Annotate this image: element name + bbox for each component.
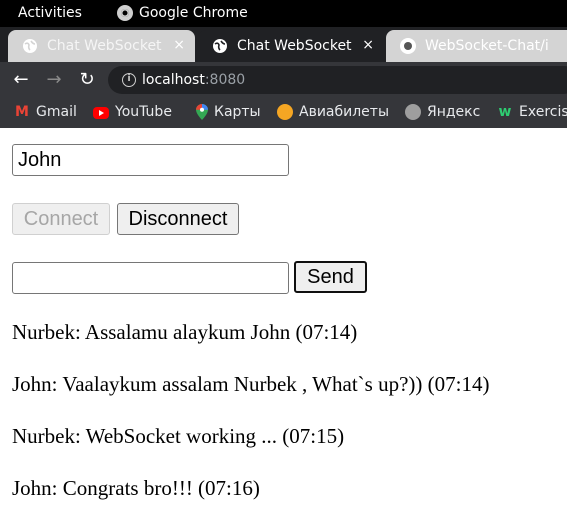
globe-icon [213,39,227,53]
chat-message: Nurbek: Assalamu alaykum John (07:14) [12,320,358,344]
bookmark-label: Авиабилеты [299,104,390,120]
bookmark-yandex[interactable]: Яндекс [405,104,480,120]
message-list: Nurbek: Assalamu alaykum John (07:14) Jo… [12,320,567,510]
app-menu[interactable]: Google Chrome [117,5,248,21]
tab-websocket-chat-github[interactable]: WebSocket-Chat/i [386,30,567,62]
bookmark-label: YouTube [115,104,172,120]
send-button[interactable]: Send [294,261,367,293]
app-name: Google Chrome [139,5,248,21]
page-content: Connect Disconnect Send Nurbek: Assalamu… [0,128,567,510]
site-info-icon[interactable]: i [122,73,136,87]
activities-button[interactable]: Activities [18,5,82,21]
reload-icon[interactable]: ↻ [77,70,97,90]
back-arrow-icon[interactable]: ← [11,70,31,90]
bookmark-label: Exercis [519,104,567,120]
tab-title: Chat WebSocket [47,38,162,54]
youtube-icon [93,106,109,119]
bookmark-label: Карты [214,104,261,120]
forward-arrow-icon[interactable]: → [44,70,64,90]
bookmark-aviabilety[interactable]: Авиабилеты [277,104,389,120]
tab-title: WebSocket-Chat/i [425,38,549,54]
tab-chat-websocket-1[interactable]: Chat WebSocket × [8,30,195,62]
tab-title: Chat WebSocket [237,38,352,54]
bookmark-youtube[interactable]: YouTube [93,104,172,120]
w-logo-icon: w [498,104,512,120]
url-host: localhost [142,72,205,88]
map-pin-icon [196,104,208,120]
aviatickets-icon [277,104,293,120]
chat-message: John: Congrats bro!!! (07:16) [12,476,260,500]
username-input[interactable] [12,144,289,176]
chat-message: Nurbek: WebSocket working ... (07:15) [12,424,345,448]
tab-strip: Chat WebSocket × Chat WebSocket × WebSoc… [0,27,567,62]
disconnect-button[interactable]: Disconnect [117,203,239,235]
bookmark-label: Gmail [36,104,77,120]
yandex-icon [405,104,421,120]
browser-toolbar: ← → ↻ i localhost:8080 [0,62,567,98]
tab-chat-websocket-2[interactable]: Chat WebSocket × [198,30,384,62]
bookmark-maps[interactable]: Карты [196,104,261,120]
bookmarks-bar: M Gmail YouTube Карты Авиабилеты Яндекс … [0,98,567,128]
close-tab-icon[interactable]: × [362,37,374,53]
message-input[interactable] [12,262,289,294]
chrome-icon [117,5,133,21]
close-tab-icon[interactable]: × [173,37,185,53]
address-bar[interactable]: i localhost:8080 [108,66,567,94]
globe-icon [23,39,37,53]
bookmark-gmail[interactable]: M Gmail [14,104,77,120]
gmail-icon: M [15,104,29,120]
chat-message: John: Vaalaykum assalam Nurbek , What`s … [12,372,490,396]
bookmark-exercism[interactable]: w Exercis [497,104,567,120]
connect-button[interactable]: Connect [12,203,110,235]
system-top-bar: Activities Google Chrome [0,0,567,27]
bookmark-label: Яндекс [427,104,481,120]
url-port: :8080 [204,72,246,88]
github-icon [400,38,416,54]
